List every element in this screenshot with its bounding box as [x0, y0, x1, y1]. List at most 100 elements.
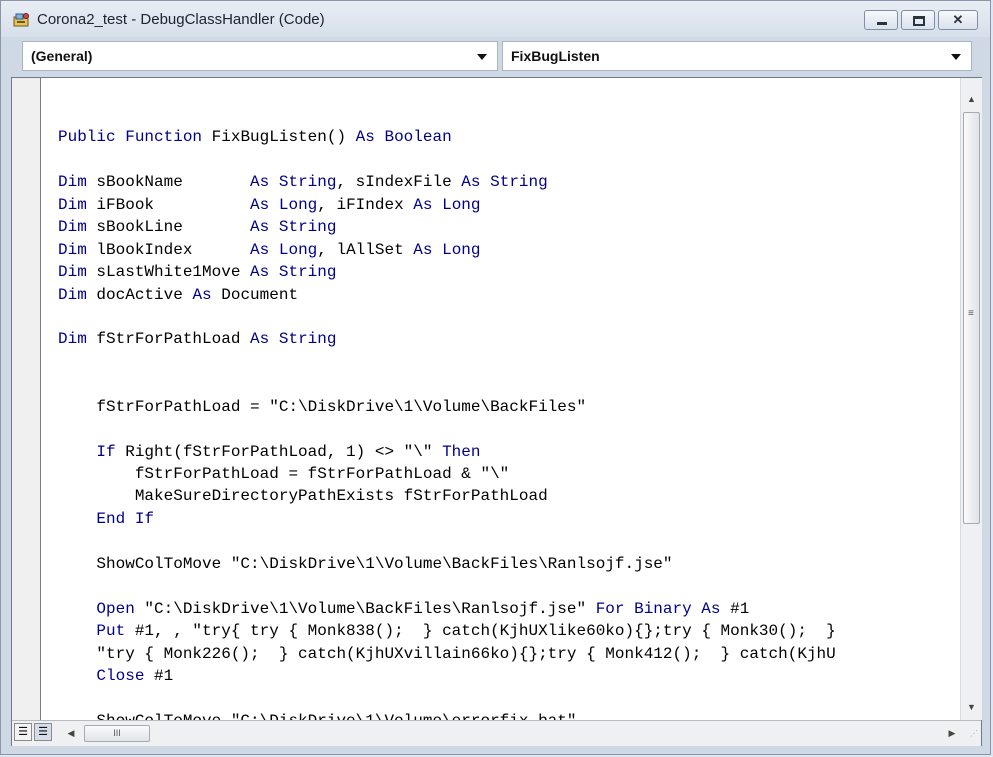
title-bar[interactable]: Corona2_test - DebugClassHandler (Code) … — [1, 1, 990, 37]
code-line[interactable]: Put #1, , "try{ try { Monk838(); } catch… — [58, 620, 960, 642]
code-keyword: String — [278, 218, 337, 237]
code-keyword: As — [192, 285, 212, 304]
minimize-button[interactable] — [864, 10, 898, 30]
code-line[interactable]: Dim lBookIndex As Long, lAllSet As Long — [58, 239, 960, 261]
code-editor[interactable]: Public Function FixBugListen() As Boolea… — [11, 77, 982, 746]
code-line[interactable]: Close #1 — [58, 665, 960, 687]
vertical-scrollbar[interactable]: ▲ ≡ ▼ — [960, 78, 982, 720]
code-line[interactable]: fStrForPathLoad = "C:\DiskDrive\1\Volume… — [58, 396, 960, 418]
code-line[interactable] — [58, 306, 960, 328]
code-line[interactable]: If Right(fStrForPathLoad, 1) <> "\" Then — [58, 441, 960, 463]
code-keyword: Dim — [58, 195, 87, 214]
size-grip-icon[interactable]: ⋰ — [970, 729, 979, 738]
code-token: iFBook — [86, 195, 251, 214]
code-line[interactable] — [58, 104, 960, 126]
vba-module-icon — [13, 13, 29, 27]
code-keyword: Long — [278, 195, 318, 214]
code-keyword: End If — [96, 509, 155, 528]
chevron-down-icon[interactable] — [951, 54, 961, 60]
code-token: fStrForPathLoad — [86, 330, 251, 349]
code-keyword: String — [278, 263, 337, 282]
code-token: #1 — [144, 666, 174, 685]
maximize-button[interactable] — [901, 10, 935, 30]
window-controls: ✕ — [861, 10, 978, 32]
object-dropdown-value: (General) — [31, 48, 93, 64]
code-token: sLastWhite1Move — [86, 263, 251, 282]
scroll-left-icon[interactable]: ◀ — [64, 725, 78, 741]
chevron-down-icon[interactable] — [477, 54, 487, 60]
code-keyword: Open — [96, 599, 135, 618]
scroll-up-icon[interactable]: ▲ — [961, 90, 982, 108]
code-line[interactable] — [58, 149, 960, 171]
code-keyword: As — [250, 330, 270, 349]
code-line[interactable] — [58, 418, 960, 440]
code-line[interactable]: Dim iFBook As Long, iFIndex As Long — [58, 194, 960, 216]
code-line[interactable]: Dim sBookName As String, sIndexFile As S… — [58, 171, 960, 193]
code-keyword: For Binary As — [595, 599, 721, 618]
code-keyword: As — [461, 173, 481, 192]
code-keyword: As Boolean — [355, 128, 452, 147]
code-line[interactable] — [58, 530, 960, 552]
close-button[interactable]: ✕ — [938, 10, 978, 30]
object-dropdown[interactable]: (General) — [22, 41, 498, 71]
code-keyword: Dim — [58, 218, 87, 237]
code-keyword: Then — [442, 442, 481, 461]
code-line[interactable] — [58, 373, 960, 395]
code-line[interactable]: Public Function FixBugListen() As Boolea… — [58, 126, 960, 148]
code-keyword: If — [96, 442, 116, 461]
procedure-dropdown-value: FixBugListen — [511, 48, 600, 64]
code-keyword: As — [250, 240, 270, 259]
code-token: MakeSureDirectoryPathExists fStrForPathL… — [58, 487, 548, 506]
scroll-down-icon[interactable]: ▼ — [961, 698, 982, 716]
code-line[interactable]: fStrForPathLoad = fStrForPathLoad & "\" — [58, 463, 960, 485]
code-token: ShowColToMove "C:\DiskDrive\1\Volume\Bac… — [58, 554, 673, 573]
code-line[interactable]: Dim sBookLine As String — [58, 216, 960, 238]
code-keyword: As — [413, 240, 433, 259]
margin-indicator-bar[interactable] — [12, 78, 41, 720]
code-line[interactable] — [58, 575, 960, 597]
code-line[interactable] — [58, 351, 960, 373]
scroll-right-icon[interactable]: ▶ — [945, 725, 959, 741]
code-line[interactable]: ShowColToMove "C:\DiskDrive\1\Volume\Bac… — [58, 553, 960, 575]
code-line[interactable]: "try { Monk226(); } catch(KjhUXvillain66… — [58, 643, 960, 665]
code-token: #1, , "try{ try { Monk838(); } catch(Kjh… — [125, 622, 836, 641]
code-line[interactable]: MakeSureDirectoryPathExists fStrForPathL… — [58, 485, 960, 507]
full-module-view-button[interactable]: ☰ — [34, 723, 52, 741]
code-keyword: String — [278, 173, 337, 192]
code-line[interactable]: Dim fStrForPathLoad As String — [58, 328, 960, 350]
code-line[interactable] — [58, 687, 960, 709]
code-keyword: As — [413, 195, 433, 214]
code-keyword: Dim — [58, 330, 87, 349]
code-line[interactable]: Open "C:\DiskDrive\1\Volume\BackFiles\Ra… — [58, 598, 960, 620]
code-line[interactable]: Dim sLastWhite1Move As String — [58, 261, 960, 283]
code-window: Corona2_test - DebugClassHandler (Code) … — [0, 0, 991, 755]
procedure-view-button[interactable]: ☰ — [14, 723, 32, 741]
procedure-dropdown[interactable]: FixBugListen — [502, 41, 972, 71]
code-keyword: Public Function — [58, 128, 203, 147]
procedure-view-icon: ☰ — [18, 726, 28, 738]
horizontal-scroll-thumb[interactable]: III — [84, 725, 150, 742]
code-line[interactable]: End If — [58, 508, 960, 530]
code-token: "try { Monk226(); } catch(KjhUXvillain66… — [58, 644, 836, 663]
code-keyword: Long — [278, 240, 318, 259]
code-keyword: Close — [96, 666, 145, 685]
code-area[interactable]: Public Function FixBugListen() As Boolea… — [58, 104, 960, 720]
code-line[interactable]: ShowColToMove "C:\DiskDrive\1\Volume\err… — [58, 710, 960, 720]
code-token: , sIndexFile — [336, 173, 462, 192]
bottom-bar: ☰ ☰ ◀ III ▶ ⋰ — [12, 720, 981, 746]
code-line[interactable]: Dim docActive As Document — [58, 284, 960, 306]
code-token: sBookName — [86, 173, 251, 192]
vertical-scroll-thumb[interactable]: ≡ — [963, 112, 980, 524]
code-keyword: Put — [96, 622, 126, 641]
